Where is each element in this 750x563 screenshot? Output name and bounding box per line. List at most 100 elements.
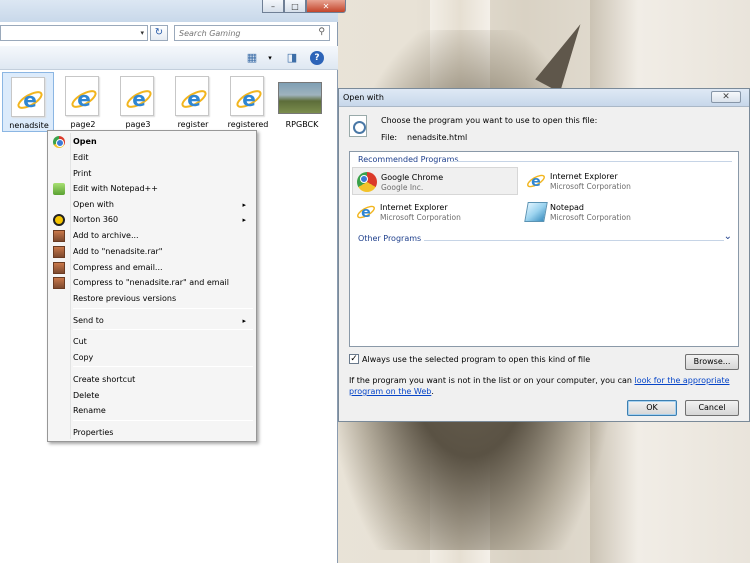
internet-explorer-icon: e [126,87,152,111]
menu-item-label: Compress and email... [73,263,163,272]
html-file-icon: e [175,76,209,116]
maximize-button[interactable]: □ [284,0,306,13]
refresh-button[interactable]: ↻ [150,25,168,41]
dialog-titlebar: Open with ✕ [339,89,749,107]
menu-item-edit[interactable]: Edit [50,150,254,166]
menu-item-print[interactable]: Print [50,166,254,182]
expand-chevron-icon[interactable]: ⌄ [724,231,732,242]
dialog-close-button[interactable]: ✕ [711,91,741,103]
file-name: register [177,120,209,129]
html-file-icon: e [120,76,154,116]
minimize-button[interactable]: – [262,0,284,13]
address-bar[interactable]: ▾ [0,25,148,41]
menu-item-send-to[interactable]: Send to ▸ [50,313,254,329]
menu-item-add-to-archive[interactable]: Add to archive... [50,228,254,244]
menu-item-copy[interactable]: Copy [50,350,254,366]
other-programs-header[interactable]: Other Programs [358,234,421,243]
program-notepad[interactable]: Notepad Microsoft Corporation [522,198,688,226]
program-internet-explorer[interactable]: e Internet Explorer Microsoft Corporatio… [522,167,688,195]
html-file-icon: e [230,76,264,116]
submenu-arrow-icon: ▸ [242,317,246,325]
menu-item-label: Edit [73,153,89,162]
submenu-arrow-icon: ▸ [242,201,246,209]
refresh-icon: ↻ [154,27,164,38]
menu-separator [73,329,253,330]
window-controls: – □ ✕ [262,0,346,14]
menu-item-label: Send to [73,316,104,325]
view-options-chevron-icon[interactable]: ▾ [262,50,278,66]
program-company: Microsoft Corporation [550,213,631,222]
menu-item-label: Print [73,169,92,178]
preview-pane-icon[interactable]: ◨ [284,50,300,66]
change-view-icon[interactable]: ▦ [244,50,260,66]
menu-item-restore-previous-versions[interactable]: Restore previous versions [50,291,254,307]
menu-item-label: Open with [73,200,114,209]
close-button[interactable]: ✕ [306,0,346,13]
program-company: Microsoft Corporation [550,182,631,191]
program-name: Google Chrome [381,173,444,182]
menu-item-compress-to-nenadsite-rar-and-email[interactable]: Compress to "nenadsite.rar" and email [50,275,254,291]
svg-text:e: e [242,87,256,111]
context-menu: Open Edit Print Edit with Notepad++ Open wit… [47,130,257,442]
menu-item-norton-360[interactable]: Norton 360 ▸ [50,212,254,228]
file-item[interactable]: e nenadsite [2,72,54,132]
chevron-down-icon[interactable]: ▾ [140,29,144,37]
help-icon[interactable]: ? [310,51,324,65]
menu-item-cut[interactable]: Cut [50,334,254,350]
html-file-icon: e [65,76,99,116]
menu-item-compress-and-email[interactable]: Compress and email... [50,260,254,276]
file-item[interactable]: e page2 [57,72,109,132]
menu-item-properties[interactable]: Properties [50,425,254,441]
file-item[interactable]: e registered [222,72,274,132]
internet-explorer-icon: e [236,87,262,111]
svg-text:e: e [361,205,371,221]
file-item[interactable]: e page3 [112,72,164,132]
internet-explorer-icon: e [527,174,545,190]
menu-item-rename[interactable]: Rename [50,403,254,419]
file-search-icon [349,115,367,137]
always-use-row[interactable]: ✓ Always use the selected program to ope… [349,354,590,364]
menu-item-open[interactable]: Open [50,134,254,150]
browse-button[interactable]: Browse... [685,354,739,370]
search-input[interactable] [175,26,305,40]
file-item[interactable]: RPGBCK [276,72,328,132]
program-name: Internet Explorer [550,172,618,181]
menu-item-open-with[interactable]: Open with ▸ [50,197,254,213]
file-name: registered [227,120,269,129]
menu-item-delete[interactable]: Delete [50,388,254,404]
info-end: . [431,387,434,396]
program-internet-explorer-2[interactable]: e Internet Explorer Microsoft Corporatio… [352,198,518,226]
ok-button[interactable]: OK [627,400,677,416]
search-box[interactable]: ⚲ [174,25,330,41]
program-name: Internet Explorer [380,203,448,212]
menu-item-label: Edit with Notepad++ [73,184,158,193]
menu-item-label: Create shortcut [73,375,136,384]
explorer-window: – □ ✕ ▾ ↻ ⚲ ▦ ▾ ◨ ? e nenadsite e page2 e pag… [0,0,346,563]
program-name: Notepad [550,203,584,212]
menu-item-edit-with-notepad[interactable]: Edit with Notepad++ [50,181,254,197]
menu-item-add-to-nenadsite-rar[interactable]: Add to "nenadsite.rar" [50,244,254,260]
section-divider [424,240,724,241]
winrar-icon [53,246,65,258]
always-use-checkbox[interactable]: ✓ [349,354,359,364]
cancel-button[interactable]: Cancel [685,400,739,416]
file-item[interactable]: e register [167,72,219,132]
svg-text:e: e [77,87,91,111]
svg-text:e: e [23,88,37,112]
menu-item-create-shortcut[interactable]: Create shortcut [50,372,254,388]
notepad-plus-plus-icon [53,183,65,195]
internet-explorer-icon: e [181,87,207,111]
menu-item-label: Properties [73,428,114,437]
program-google-chrome[interactable]: Google Chrome Google Inc. [352,167,518,195]
dialog-prompt: Choose the program you want to use to op… [381,116,598,125]
notepad-icon [524,202,548,222]
image-thumbnail [278,82,322,114]
norton-icon [53,214,65,226]
dialog-title: Open with [343,93,384,102]
search-icon[interactable]: ⚲ [318,27,325,37]
explorer-toolbar: ▦ ▾ ◨ ? [0,46,338,70]
menu-item-label: Compress to "nenadsite.rar" and email [73,278,229,287]
html-file-icon: e [11,77,45,117]
chrome-icon [53,136,65,148]
always-use-label: Always use the selected program to open … [362,354,591,364]
